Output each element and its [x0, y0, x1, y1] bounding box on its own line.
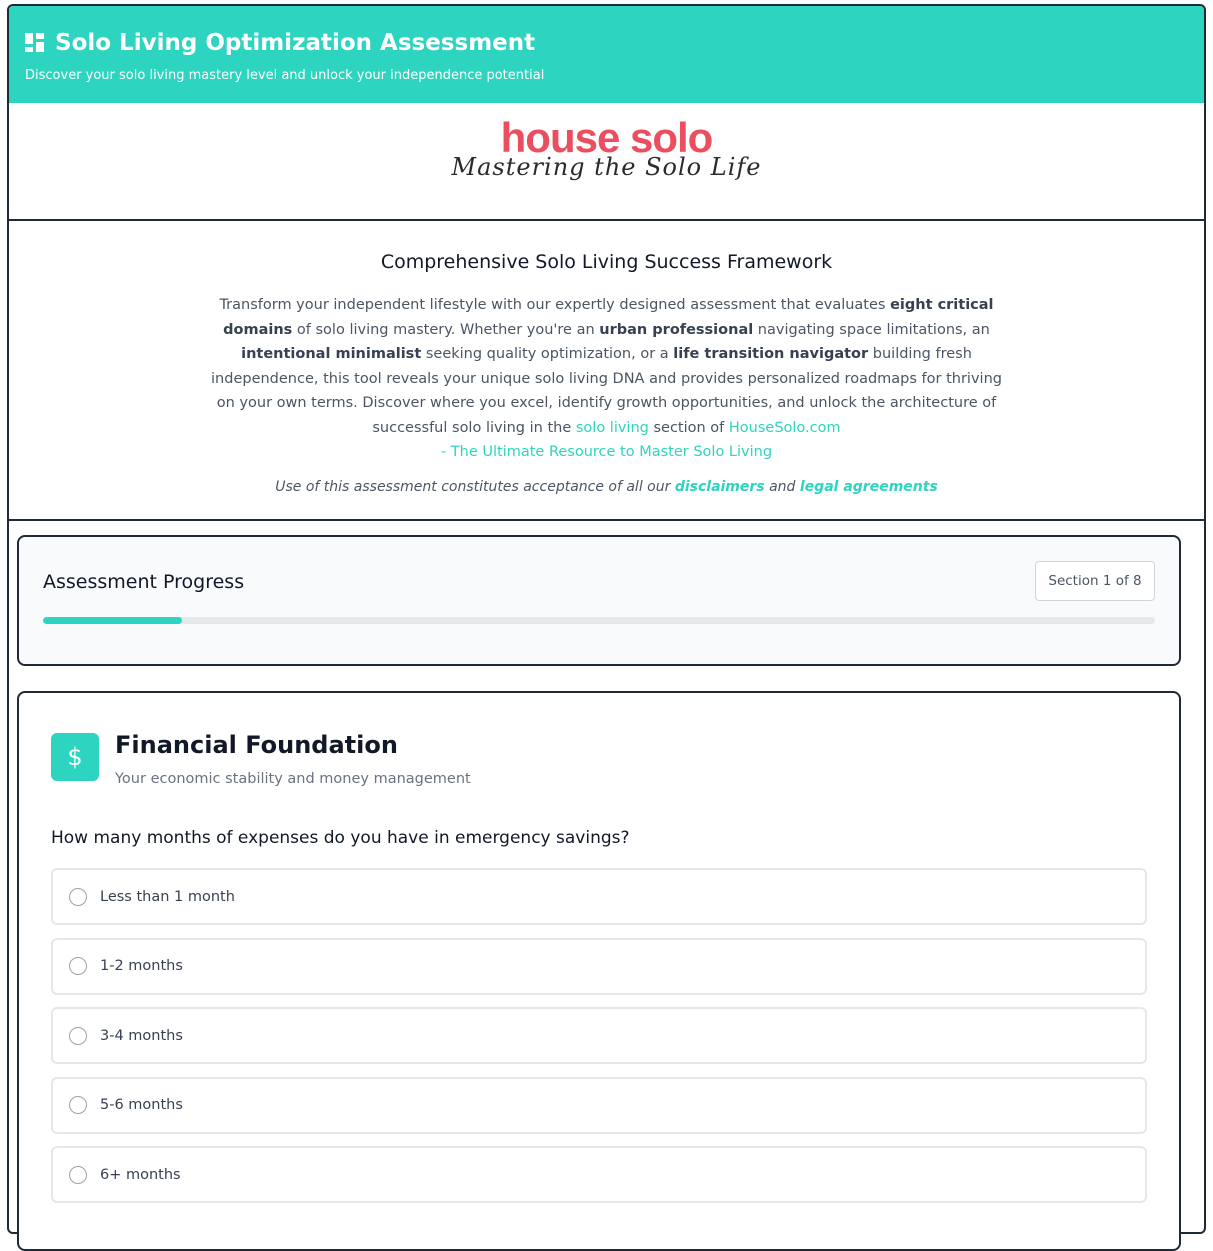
intro-text: seeking quality optimization, or a — [421, 346, 674, 362]
progress-bar-fill — [43, 617, 182, 624]
option-label: 5-6 months — [100, 1097, 183, 1113]
page-title: Solo Living Optimization Assessment — [55, 30, 536, 56]
progress-card: Assessment Progress Section 1 of 8 — [17, 535, 1181, 666]
intro-text: Transform your independent lifestyle wit… — [219, 297, 891, 313]
legal-notice: Use of this assessment constitutes accep… — [9, 479, 1204, 495]
section-card: $ Financial Foundation Your economic sta… — [17, 691, 1181, 1251]
answer-options: Less than 1 month 1-2 months 3-4 months … — [51, 868, 1147, 1216]
answer-option[interactable]: 6+ months — [51, 1146, 1147, 1203]
intro-text: navigating space limitations, an — [753, 321, 990, 338]
intro-bold: urban professional — [599, 321, 754, 338]
radio-button[interactable] — [69, 1096, 87, 1114]
disclaimers-link[interactable]: disclaimers — [675, 479, 765, 495]
intro-bold: intentional minimalist — [241, 346, 422, 362]
answer-option[interactable]: Less than 1 month — [51, 868, 1147, 925]
header-title-row: Solo Living Optimization Assessment — [25, 30, 1188, 56]
question-text: How many months of expenses do you have … — [51, 828, 630, 848]
intro-bold: life transition navigator — [673, 346, 869, 362]
answer-option[interactable]: 3-4 months — [51, 1007, 1147, 1064]
header: Solo Living Optimization Assessment Disc… — [9, 6, 1204, 103]
option-label: Less than 1 month — [100, 888, 235, 905]
intro-section: Comprehensive Solo Living Success Framew… — [9, 221, 1204, 521]
legal-agreements-link[interactable]: legal agreements — [800, 479, 938, 495]
housesolo-resource-link[interactable]: - The Ultimate Resource to Master Solo L… — [441, 444, 772, 460]
answer-option[interactable]: 5-6 months — [51, 1076, 1147, 1134]
section-title: Financial Foundation — [115, 731, 398, 759]
radio-button[interactable] — [69, 887, 87, 906]
radio-button[interactable] — [69, 1165, 87, 1184]
solo-living-link[interactable]: solo living — [576, 420, 649, 436]
section-subtitle: Your economic stability and money manage… — [115, 771, 471, 787]
logo-area: house solo Mastering the Solo Life — [9, 103, 1204, 221]
page-subtitle: Discover your solo living mastery level … — [25, 68, 545, 83]
option-label: 6+ months — [100, 1166, 181, 1183]
dashboard-icon — [25, 33, 45, 53]
house-solo-logo[interactable]: house solo Mastering the Solo Life — [451, 117, 762, 182]
dollar-icon: $ — [51, 733, 99, 781]
intro-paragraph: Transform your independent lifestyle wit… — [202, 293, 1012, 465]
option-label: 1-2 months — [100, 958, 183, 974]
legal-text: Use of this assessment constitutes accep… — [275, 478, 675, 495]
progress-bar — [43, 617, 1155, 624]
radio-button[interactable] — [69, 957, 87, 975]
answer-option[interactable]: 1-2 months — [51, 937, 1147, 995]
legal-text: and — [764, 478, 800, 495]
progress-title: Assessment Progress — [43, 571, 245, 593]
option-label: 3-4 months — [100, 1027, 183, 1044]
logo-tagline: Mastering the Solo Life — [451, 153, 762, 181]
intro-text: section of — [648, 419, 729, 436]
intro-heading: Comprehensive Solo Living Success Framew… — [380, 251, 833, 273]
housesolo-link[interactable]: HouseSolo.com — [729, 420, 841, 436]
intro-text: of solo living mastery. Whether you're a… — [292, 321, 600, 338]
section-badge: Section 1 of 8 — [1035, 561, 1155, 601]
radio-button[interactable] — [69, 1026, 87, 1045]
